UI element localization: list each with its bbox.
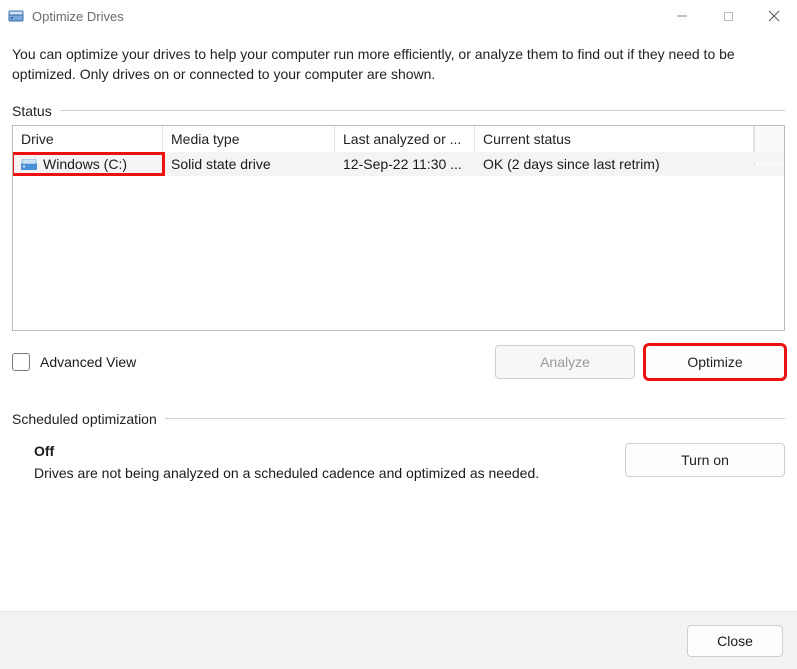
drive-icon	[21, 158, 37, 170]
app-icon	[8, 8, 24, 24]
schedule-label-text: Scheduled optimization	[12, 411, 157, 427]
divider	[60, 110, 785, 111]
divider	[165, 418, 785, 419]
col-scroll-gutter	[754, 126, 784, 152]
optimize-button[interactable]: Optimize	[645, 345, 785, 379]
schedule-detail: Drives are not being analyzed on a sched…	[34, 465, 625, 481]
drive-name: Windows (C:)	[43, 156, 127, 172]
col-header-media[interactable]: Media type	[163, 126, 335, 152]
schedule-section-label: Scheduled optimization	[12, 411, 785, 427]
schedule-state: Off	[34, 443, 625, 459]
analyze-button[interactable]: Analyze	[495, 345, 635, 379]
drives-table: Drive Media type Last analyzed or ... Cu…	[12, 125, 785, 331]
window-title: Optimize Drives	[32, 9, 124, 24]
footer: Close	[0, 611, 797, 669]
minimize-button[interactable]	[659, 0, 705, 32]
status-label-text: Status	[12, 103, 52, 119]
status-section-label: Status	[12, 103, 785, 119]
cell-status: OK (2 days since last retrim)	[475, 154, 754, 174]
col-header-status[interactable]: Current status	[475, 126, 754, 152]
table-header: Drive Media type Last analyzed or ... Cu…	[13, 126, 784, 152]
cell-scroll-gutter	[754, 162, 784, 166]
col-header-last[interactable]: Last analyzed or ...	[335, 126, 475, 152]
cell-last: 12-Sep-22 11:30 ...	[335, 154, 475, 174]
col-header-drive[interactable]: Drive	[13, 126, 163, 152]
advanced-view-checkbox[interactable]	[12, 353, 30, 371]
turn-on-button[interactable]: Turn on	[625, 443, 785, 477]
maximize-button[interactable]	[705, 0, 751, 32]
cell-media: Solid state drive	[163, 154, 335, 174]
cell-drive: Windows (C:)	[13, 154, 163, 174]
titlebar: Optimize Drives	[0, 0, 797, 32]
close-window-button[interactable]	[751, 0, 797, 32]
close-button[interactable]: Close	[687, 625, 783, 657]
description-text: You can optimize your drives to help you…	[12, 44, 785, 85]
table-row[interactable]: Windows (C:) Solid state drive 12-Sep-22…	[13, 152, 784, 176]
advanced-view-label[interactable]: Advanced View	[40, 354, 136, 370]
